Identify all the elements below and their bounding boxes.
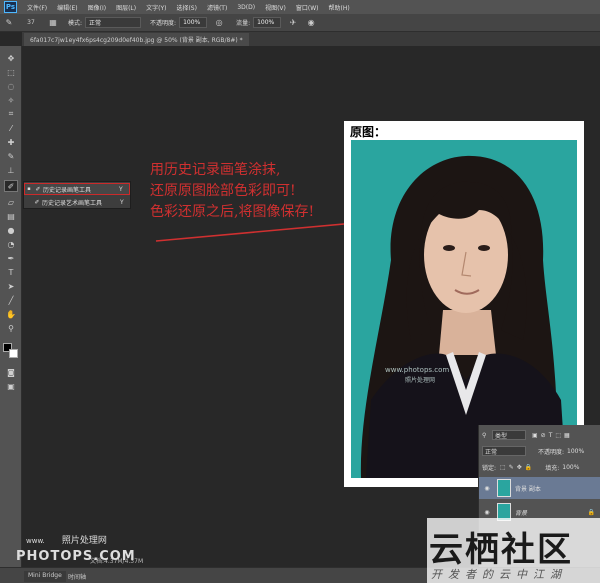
watermark-site: www.	[26, 537, 45, 545]
layer-opacity-value[interactable]: 100%	[567, 448, 584, 455]
photops-watermark: www. 照片处理网 PHOTOPS.COM	[16, 528, 136, 564]
blend-mode-value: 正常	[485, 449, 498, 456]
layers-blend-row: 正常 不透明度: 100%	[479, 445, 600, 457]
tab-mini-bridge[interactable]: Mini Bridge	[24, 571, 66, 582]
inner-watermark-cn: 照片处理网	[405, 376, 435, 384]
layer-name: 背景	[515, 509, 528, 517]
filter-icons[interactable]: ▣⊘T⬚▦	[532, 432, 573, 439]
lock-label: 锁定:	[482, 464, 497, 472]
visibility-eye-icon[interactable]: ◉	[481, 509, 493, 516]
filter-search-icon[interactable]: ⚲	[482, 432, 492, 439]
fill-label: 填充:	[545, 464, 560, 472]
layer-filter-select[interactable]: 类型	[492, 430, 526, 440]
watermark-sub-right: 开发者的云中江湖	[431, 568, 567, 581]
watermark-brand-right: 云栖社区	[429, 530, 573, 570]
layer-row-background-copy[interactable]: ◉ 背景 副本	[479, 477, 600, 499]
layer-filter-value: 类型	[495, 433, 508, 440]
layer-opacity-label: 不透明度:	[538, 448, 565, 456]
layer-thumbnail	[497, 479, 511, 497]
layer-name: 背景 副本	[515, 485, 541, 493]
watermark-brand: PHOTOPS.COM	[16, 549, 136, 564]
watermark-cn: 照片处理网	[61, 536, 107, 546]
layer-lock-icon: 🔒	[587, 508, 595, 516]
visibility-eye-icon[interactable]: ◉	[481, 485, 493, 492]
photo-title: 原图：	[350, 125, 387, 139]
fill-value[interactable]: 100%	[562, 464, 579, 471]
layers-filter-row: ⚲ 类型 ▣⊘T⬚▦	[479, 428, 600, 442]
lock-icons[interactable]: ⬚✎✥🔒	[500, 464, 535, 471]
inner-watermark: www.photops.com	[385, 366, 449, 374]
blend-mode-select[interactable]: 正常	[482, 446, 526, 456]
yunqi-watermark: 云栖社区 开发者的云中江湖	[427, 518, 600, 583]
tab-timeline[interactable]: 时间轴	[64, 571, 90, 582]
layers-lock-row: 锁定: ⬚✎✥🔒 填充: 100%	[479, 461, 600, 473]
